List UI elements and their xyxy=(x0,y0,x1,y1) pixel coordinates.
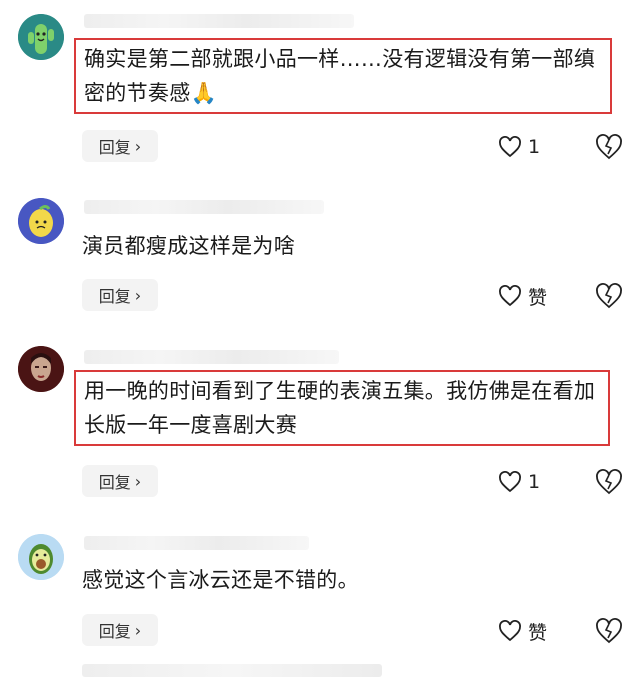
person-photo-icon xyxy=(18,346,64,392)
username-blurred xyxy=(84,14,354,28)
reply-label: 回复 xyxy=(98,622,131,641)
cactus-avatar[interactable] xyxy=(18,14,64,60)
lemon-avatar[interactable] xyxy=(18,198,64,244)
chevron-right-icon: › xyxy=(134,620,142,640)
heart-icon xyxy=(499,136,521,158)
heart-icon xyxy=(499,285,521,307)
reply-label: 回复 xyxy=(98,473,131,492)
like-button[interactable]: 赞 xyxy=(498,616,547,646)
next-comment-blurred xyxy=(82,664,382,677)
like-count: 1 xyxy=(528,136,541,158)
like-count: 赞 xyxy=(528,621,548,644)
reply-label: 回复 xyxy=(98,287,131,306)
reply-button[interactable]: 回复 › xyxy=(82,614,158,646)
comment-text: 感觉这个言冰云还是不错的。 xyxy=(82,568,359,592)
reply-button[interactable]: 回复 › xyxy=(82,279,158,311)
like-button[interactable]: 1 xyxy=(498,467,540,497)
broken-heart-icon[interactable] xyxy=(594,132,624,162)
cactus-icon xyxy=(18,14,64,60)
username-blurred xyxy=(84,200,324,214)
avocado-avatar[interactable] xyxy=(18,534,64,580)
lemon-icon xyxy=(18,198,64,244)
reply-button[interactable]: 回复 › xyxy=(82,465,158,497)
username-blurred xyxy=(84,536,309,550)
like-button[interactable]: 赞 xyxy=(498,281,547,311)
like-count: 1 xyxy=(528,471,541,493)
chevron-right-icon: › xyxy=(134,285,142,305)
reply-button[interactable]: 回复 › xyxy=(82,130,158,162)
like-count: 赞 xyxy=(528,286,548,309)
like-button[interactable]: 1 xyxy=(498,132,540,162)
heart-icon xyxy=(499,620,521,642)
heart-icon xyxy=(499,471,521,493)
reply-label: 回复 xyxy=(98,138,131,157)
chevron-right-icon: › xyxy=(134,471,142,491)
comment-text: 确实是第二部就跟小品一样……没有逻辑没有第一部缜密的节奏感🙏 xyxy=(74,38,612,114)
broken-heart-icon[interactable] xyxy=(594,616,624,646)
comment-text: 用一晚的时间看到了生硬的表演五集。我仿佛是在看加长版一年一度喜剧大赛 xyxy=(74,370,610,446)
chevron-right-icon: › xyxy=(134,136,142,156)
avocado-icon xyxy=(18,534,64,580)
username-blurred xyxy=(84,350,339,364)
broken-heart-icon[interactable] xyxy=(594,467,624,497)
comment-text: 演员都瘦成这样是为啥 xyxy=(82,234,295,258)
broken-heart-icon[interactable] xyxy=(594,281,624,311)
photo-avatar[interactable] xyxy=(18,346,64,392)
